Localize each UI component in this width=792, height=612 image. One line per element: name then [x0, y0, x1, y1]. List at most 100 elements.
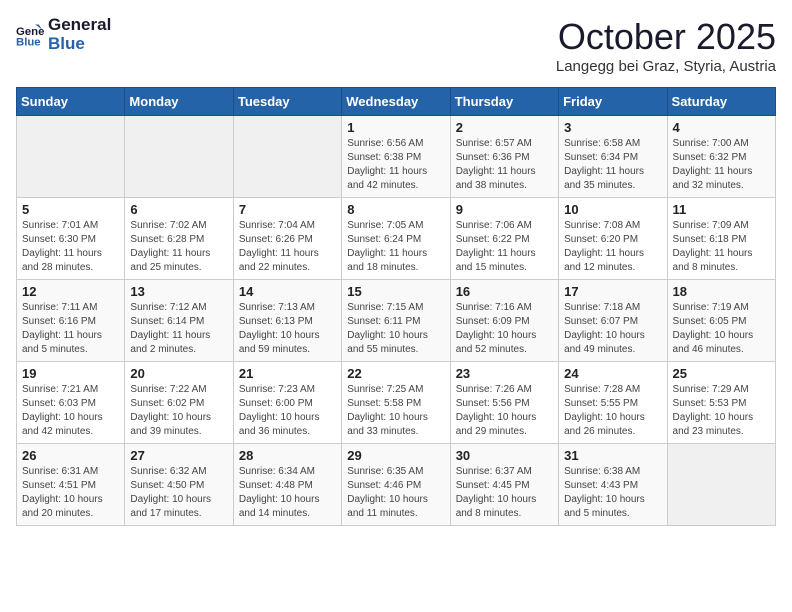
calendar-cell: 4 Sunrise: 7:00 AM Sunset: 6:32 PM Daylig… — [667, 116, 775, 198]
calendar-cell: 13 Sunrise: 7:12 AM Sunset: 6:14 PM Dayli… — [125, 280, 233, 362]
day-number: 22 — [347, 366, 444, 381]
calendar-week-row: 5Sunrise: 7:01 AM Sunset: 6:30 PM Daylig… — [17, 198, 776, 280]
calendar-cell: 12 Sunrise: 7:11 AM Sunset: 6:16 PM Dayli… — [17, 280, 125, 362]
day-number: 14 — [239, 284, 336, 299]
calendar-cell: 21 Sunrise: 7:23 AM Sunset: 6:00 PM Dayli… — [233, 362, 341, 444]
calendar-cell: 15 Sunrise: 7:15 AM Sunset: 6:11 PM Dayli… — [342, 280, 450, 362]
day-info: Sunrise: 7:29 AM Sunset: 5:53 PM Dayligh… — [673, 383, 770, 439]
calendar-week-row: 12 Sunrise: 7:11 AM Sunset: 6:16 PM Dayli… — [17, 280, 776, 362]
day-info: Sunrise: 7:06 AM Sunset: 6:22 PM Dayligh… — [456, 219, 553, 275]
calendar-cell: 23 Sunrise: 7:26 AM Sunset: 5:56 PM Dayli… — [450, 362, 558, 444]
day-info: Sunrise: 7:22 AM Sunset: 6:02 PM Dayligh… — [130, 383, 227, 439]
calendar-cell: 31Sunrise: 6:38 AM Sunset: 4:43 PM Dayli… — [559, 444, 667, 526]
day-number: 9 — [456, 202, 553, 217]
day-info: Sunrise: 7:13 AM Sunset: 6:13 PM Dayligh… — [239, 301, 336, 357]
day-number: 20 — [130, 366, 227, 381]
day-number: 21 — [239, 366, 336, 381]
calendar-cell: 22 Sunrise: 7:25 AM Sunset: 5:58 PM Dayli… — [342, 362, 450, 444]
calendar-week-row: 19 Sunrise: 7:21 AM Sunset: 6:03 PM Dayli… — [17, 362, 776, 444]
day-info: Sunrise: 7:23 AM Sunset: 6:00 PM Dayligh… — [239, 383, 336, 439]
day-info: Sunrise: 7:11 AM Sunset: 6:16 PM Dayligh… — [22, 301, 119, 357]
day-info: Sunrise: 7:16 AM Sunset: 6:09 PM Dayligh… — [456, 301, 553, 357]
logo-icon: General Blue — [16, 21, 44, 49]
weekday-header-row: SundayMondayTuesdayWednesdayThursdayFrid… — [17, 88, 776, 116]
day-info: Sunrise: 7:04 AM Sunset: 6:26 PM Dayligh… — [239, 219, 336, 275]
calendar-cell: 11Sunrise: 7:09 AM Sunset: 6:18 PM Dayli… — [667, 198, 775, 280]
day-number: 24 — [564, 366, 661, 381]
day-number: 7 — [239, 202, 336, 217]
day-info: Sunrise: 6:57 AM Sunset: 6:36 PM Dayligh… — [456, 137, 553, 193]
day-info: Sunrise: 7:26 AM Sunset: 5:56 PM Dayligh… — [456, 383, 553, 439]
day-info: Sunrise: 7:02 AM Sunset: 6:28 PM Dayligh… — [130, 219, 227, 275]
day-number: 4 — [673, 120, 770, 135]
location: Langegg bei Graz, Styria, Austria — [556, 58, 776, 75]
calendar-cell: 17 Sunrise: 7:18 AM Sunset: 6:07 PM Dayli… — [559, 280, 667, 362]
day-number: 12 — [22, 284, 119, 299]
title-block: October 2025 Langegg bei Graz, Styria, A… — [556, 16, 776, 75]
weekday-header: Friday — [559, 88, 667, 116]
day-info: Sunrise: 7:18 AM Sunset: 6:07 PM Dayligh… — [564, 301, 661, 357]
day-number: 3 — [564, 120, 661, 135]
calendar-cell — [17, 116, 125, 198]
calendar-cell: 16Sunrise: 7:16 AM Sunset: 6:09 PM Dayli… — [450, 280, 558, 362]
calendar-cell: 1Sunrise: 6:56 AM Sunset: 6:38 PM Daylig… — [342, 116, 450, 198]
day-info: Sunrise: 7:25 AM Sunset: 5:58 PM Dayligh… — [347, 383, 444, 439]
calendar-table: SundayMondayTuesdayWednesdayThursdayFrid… — [16, 87, 776, 526]
calendar-cell: 20 Sunrise: 7:22 AM Sunset: 6:02 PM Dayli… — [125, 362, 233, 444]
day-number: 15 — [347, 284, 444, 299]
day-info: Sunrise: 7:12 AM Sunset: 6:14 PM Dayligh… — [130, 301, 227, 357]
day-number: 28 — [239, 448, 336, 463]
day-info: Sunrise: 6:56 AM Sunset: 6:38 PM Dayligh… — [347, 137, 444, 193]
calendar-cell: 29Sunrise: 6:35 AM Sunset: 4:46 PM Dayli… — [342, 444, 450, 526]
calendar-cell: 24 Sunrise: 7:28 AM Sunset: 5:55 PM Dayli… — [559, 362, 667, 444]
calendar-cell: 10 Sunrise: 7:08 AM Sunset: 6:20 PM Dayli… — [559, 198, 667, 280]
day-info: Sunrise: 6:58 AM Sunset: 6:34 PM Dayligh… — [564, 137, 661, 193]
svg-text:Blue: Blue — [16, 36, 41, 48]
day-number: 31 — [564, 448, 661, 463]
day-number: 18 — [673, 284, 770, 299]
day-number: 25 — [673, 366, 770, 381]
calendar-cell: 26Sunrise: 6:31 AM Sunset: 4:51 PM Dayli… — [17, 444, 125, 526]
day-number: 11 — [673, 202, 770, 217]
calendar-cell: 9 Sunrise: 7:06 AM Sunset: 6:22 PM Daylig… — [450, 198, 558, 280]
calendar-cell: 3 Sunrise: 6:58 AM Sunset: 6:34 PM Daylig… — [559, 116, 667, 198]
calendar-cell: 19 Sunrise: 7:21 AM Sunset: 6:03 PM Dayli… — [17, 362, 125, 444]
day-info: Sunrise: 7:08 AM Sunset: 6:20 PM Dayligh… — [564, 219, 661, 275]
day-number: 26 — [22, 448, 119, 463]
day-info: Sunrise: 7:15 AM Sunset: 6:11 PM Dayligh… — [347, 301, 444, 357]
day-number: 23 — [456, 366, 553, 381]
month-title: October 2025 — [556, 16, 776, 58]
calendar-cell: 6 Sunrise: 7:02 AM Sunset: 6:28 PM Daylig… — [125, 198, 233, 280]
weekday-header: Tuesday — [233, 88, 341, 116]
weekday-header: Thursday — [450, 88, 558, 116]
day-info: Sunrise: 7:00 AM Sunset: 6:32 PM Dayligh… — [673, 137, 770, 193]
day-number: 13 — [130, 284, 227, 299]
logo-line2: Blue — [48, 35, 111, 54]
day-number: 6 — [130, 202, 227, 217]
calendar-cell — [667, 444, 775, 526]
day-info: Sunrise: 6:35 AM Sunset: 4:46 PM Dayligh… — [347, 465, 444, 521]
day-info: Sunrise: 6:37 AM Sunset: 4:45 PM Dayligh… — [456, 465, 553, 521]
day-info: Sunrise: 7:28 AM Sunset: 5:55 PM Dayligh… — [564, 383, 661, 439]
calendar-cell: 14 Sunrise: 7:13 AM Sunset: 6:13 PM Dayli… — [233, 280, 341, 362]
calendar-cell: 7 Sunrise: 7:04 AM Sunset: 6:26 PM Daylig… — [233, 198, 341, 280]
day-info: Sunrise: 6:34 AM Sunset: 4:48 PM Dayligh… — [239, 465, 336, 521]
calendar-week-row: 26Sunrise: 6:31 AM Sunset: 4:51 PM Dayli… — [17, 444, 776, 526]
calendar-cell: 27Sunrise: 6:32 AM Sunset: 4:50 PM Dayli… — [125, 444, 233, 526]
calendar-cell: 5Sunrise: 7:01 AM Sunset: 6:30 PM Daylig… — [17, 198, 125, 280]
weekday-header: Wednesday — [342, 88, 450, 116]
day-number: 17 — [564, 284, 661, 299]
calendar-cell — [233, 116, 341, 198]
day-number: 10 — [564, 202, 661, 217]
weekday-header: Saturday — [667, 88, 775, 116]
day-info: Sunrise: 7:19 AM Sunset: 6:05 PM Dayligh… — [673, 301, 770, 357]
logo-line1: General — [48, 16, 111, 35]
day-info: Sunrise: 7:05 AM Sunset: 6:24 PM Dayligh… — [347, 219, 444, 275]
weekday-header: Monday — [125, 88, 233, 116]
day-number: 30 — [456, 448, 553, 463]
day-number: 2 — [456, 120, 553, 135]
day-info: Sunrise: 7:21 AM Sunset: 6:03 PM Dayligh… — [22, 383, 119, 439]
day-number: 19 — [22, 366, 119, 381]
day-info: Sunrise: 6:32 AM Sunset: 4:50 PM Dayligh… — [130, 465, 227, 521]
page-header: General Blue General Blue October 2025 L… — [16, 16, 776, 75]
